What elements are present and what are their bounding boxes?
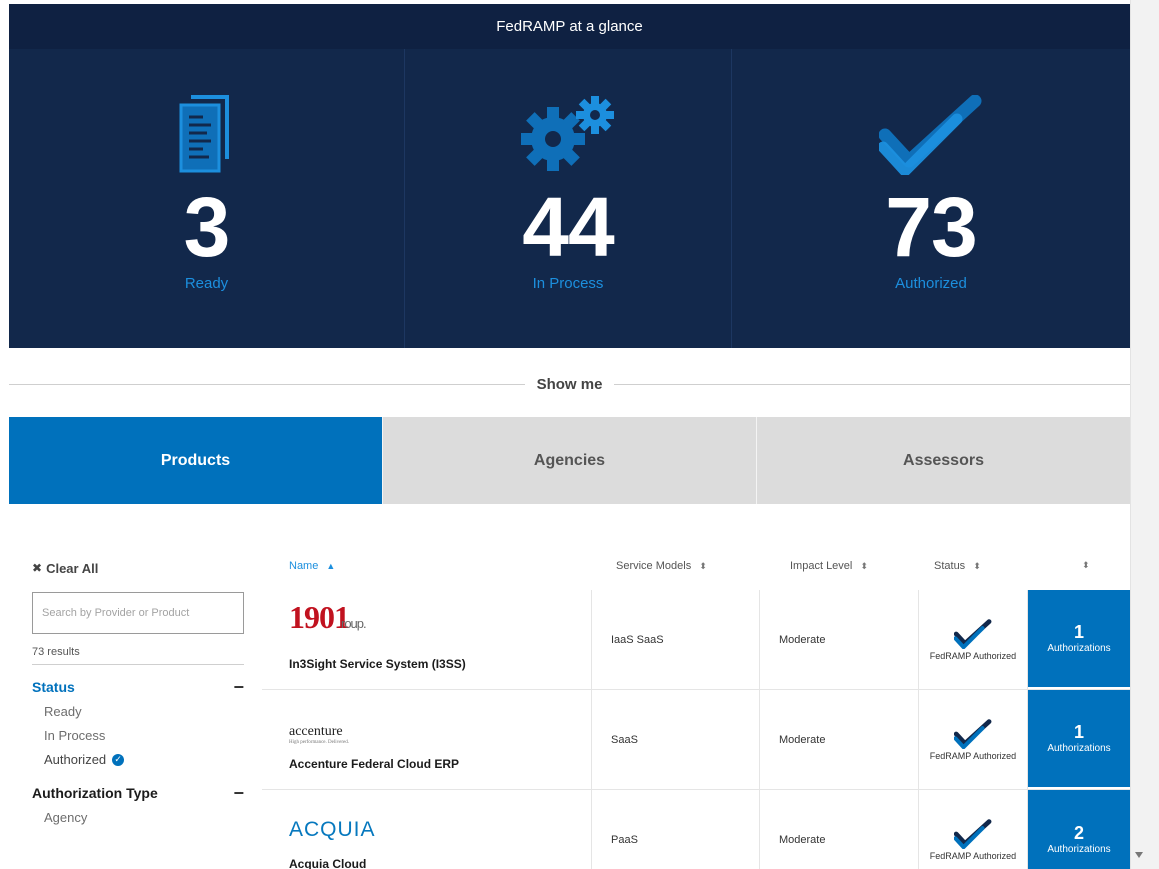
- collapse-icon[interactable]: −: [233, 784, 244, 802]
- impact-level-cell: Moderate: [760, 690, 919, 789]
- filter-option-in-process[interactable]: In Process: [44, 728, 244, 743]
- page-scrollbar[interactable]: [1130, 0, 1159, 869]
- selected-check-icon: ✓: [112, 753, 125, 766]
- status-label: FedRAMP Authorized: [929, 851, 1017, 861]
- double-check-icon: [954, 718, 992, 749]
- filter-option-ready[interactable]: Ready: [44, 704, 244, 719]
- results-count: 73 results: [32, 646, 244, 665]
- logo-sub-text: roup.: [341, 616, 367, 631]
- sort-icon: ⬍: [973, 560, 981, 571]
- in-process-count: 44: [522, 180, 614, 274]
- sort-icon: ⬍: [699, 560, 707, 571]
- sort-icon: ⬍: [1082, 560, 1090, 570]
- stat-ready[interactable]: 3 Ready: [9, 49, 405, 348]
- stat-in-process[interactable]: 44 In Process: [405, 49, 732, 348]
- table-row[interactable]: ACQUIA Acquia Cloud PaaS Moderate FedRAM…: [262, 790, 1130, 869]
- table-row[interactable]: accenture High performance. Delivered. Ac…: [262, 690, 1130, 790]
- auth-type-heading-label: Authorization Type: [32, 785, 158, 801]
- impact-level-cell: Moderate: [760, 790, 919, 869]
- authorizations-label: Authorizations: [1047, 643, 1111, 654]
- sort-icon: ⬍: [860, 560, 868, 571]
- tab-assessors[interactable]: Assessors: [756, 417, 1130, 504]
- status-heading-label: Status: [32, 679, 75, 695]
- column-header-service-models[interactable]: Service Models ⬍: [616, 560, 707, 572]
- column-header-impact-level[interactable]: Impact Level ⬍: [790, 560, 868, 572]
- filter-option-agency[interactable]: Agency: [44, 810, 244, 825]
- double-check-icon: [879, 95, 982, 175]
- product-name[interactable]: In3Sight Service System (I3SS): [289, 657, 466, 671]
- stat-authorized[interactable]: 73 Authorized: [732, 49, 1130, 348]
- close-icon: ✖: [32, 561, 43, 575]
- fedramp-glance-panel: FedRAMP at a glance 3 Ready 44 In Proces…: [9, 4, 1130, 348]
- status-label: FedRAMP Authorized: [929, 650, 1017, 661]
- logo-sub-text: High performance. Delivered.: [289, 740, 349, 745]
- logo-main-text: 1901: [289, 599, 350, 635]
- impact-level-header-label: Impact Level: [790, 560, 853, 572]
- search-input[interactable]: [32, 592, 244, 634]
- authorizations-count: 2: [1073, 822, 1084, 843]
- authorized-label: Authorized: [895, 275, 967, 292]
- show-me-label: Show me: [536, 375, 603, 393]
- logo-main-text: accenture: [289, 724, 343, 739]
- authorizations-count: 1: [1073, 622, 1084, 642]
- clear-all-button[interactable]: ✖ Clear All: [32, 556, 244, 580]
- product-cell[interactable]: accenture High performance. Delivered. Ac…: [262, 690, 592, 789]
- filter-option-authorized[interactable]: Authorized ✓: [44, 752, 244, 767]
- column-header-status[interactable]: Status ⬍: [934, 560, 981, 572]
- service-models-header-label: Service Models: [616, 560, 692, 572]
- authorizations-button[interactable]: 1 Authorizations: [1028, 690, 1130, 789]
- authorizations-count: 1: [1073, 722, 1084, 742]
- name-header-label: Name: [289, 560, 319, 572]
- column-header-authorizations[interactable]: ⬍: [1082, 560, 1090, 571]
- glance-title: FedRAMP at a glance: [9, 4, 1130, 49]
- view-tabs: Products Agencies Assessors: [9, 417, 1130, 504]
- service-models-cell: IaaS SaaS: [592, 590, 760, 689]
- filter-option-authorized-label: Authorized: [44, 752, 107, 767]
- status-filter-heading[interactable]: Status −: [32, 678, 244, 696]
- ready-label: Ready: [184, 275, 229, 292]
- double-check-icon: [954, 618, 992, 649]
- product-name[interactable]: Acquia Cloud: [289, 857, 366, 869]
- service-models-cell: SaaS: [592, 690, 760, 789]
- status-label: FedRAMP Authorized: [929, 750, 1017, 761]
- collapse-icon[interactable]: −: [233, 678, 244, 696]
- clear-all-label: Clear All: [46, 560, 99, 576]
- authorizations-button[interactable]: 2 Authorizations: [1028, 790, 1130, 869]
- service-models-cell: PaaS: [592, 790, 760, 869]
- impact-level-cell: Moderate: [760, 590, 919, 689]
- authorizations-button[interactable]: 1 Authorizations: [1028, 590, 1130, 689]
- filter-sidebar: ✖ Clear All 73 results Status − Ready In…: [32, 556, 244, 825]
- status-header-label: Status: [934, 560, 966, 572]
- provider-logo: ACQUIA: [289, 818, 376, 841]
- tab-agencies[interactable]: Agencies: [382, 417, 756, 504]
- column-header-name[interactable]: Name ▲: [289, 560, 335, 572]
- documents-icon: [179, 95, 229, 173]
- in-process-label: In Process: [532, 275, 604, 292]
- table-row[interactable]: 1901roup. In3Sight Service System (I3SS)…: [262, 590, 1130, 690]
- status-cell: FedRAMP Authorized: [919, 590, 1028, 689]
- products-table: 1901roup. In3Sight Service System (I3SS)…: [262, 590, 1130, 869]
- provider-logo: 1901roup.: [289, 599, 367, 641]
- authorized-count: 73: [885, 180, 977, 274]
- auth-type-filter-heading[interactable]: Authorization Type −: [32, 784, 244, 802]
- authorizations-label: Authorizations: [1047, 743, 1111, 754]
- table-header: Name ▲ Service Models ⬍ Impact Level ⬍ S…: [262, 558, 1130, 578]
- product-cell[interactable]: 1901roup. In3Sight Service System (I3SS): [262, 590, 592, 689]
- scroll-down-arrow-icon[interactable]: [1135, 852, 1143, 858]
- show-me-divider: Show me: [9, 370, 1131, 398]
- status-cell: FedRAMP Authorized: [919, 690, 1028, 789]
- gears-icon: [521, 96, 614, 171]
- status-cell: FedRAMP Authorized: [919, 790, 1028, 869]
- sort-asc-icon: ▲: [326, 561, 336, 571]
- double-check-icon: [954, 819, 992, 849]
- provider-logo: accenture High performance. Delivered.: [289, 724, 349, 745]
- ready-count: 3: [183, 180, 231, 274]
- authorizations-label: Authorizations: [1047, 843, 1111, 855]
- product-cell[interactable]: ACQUIA Acquia Cloud: [262, 790, 592, 869]
- tab-products[interactable]: Products: [9, 417, 382, 504]
- product-name[interactable]: Accenture Federal Cloud ERP: [289, 757, 459, 771]
